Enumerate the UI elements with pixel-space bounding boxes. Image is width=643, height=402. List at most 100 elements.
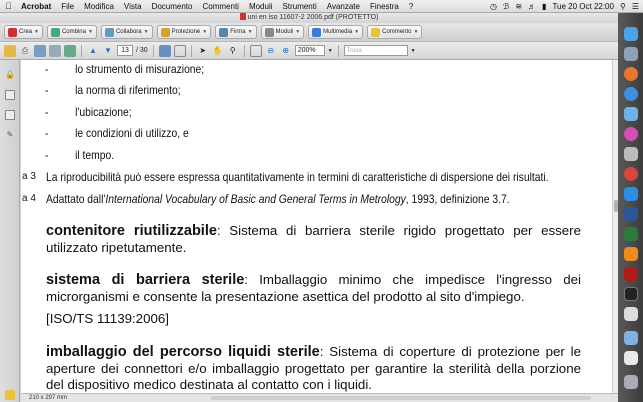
mail-icon[interactable]	[624, 107, 638, 121]
document-page: - lo strumento di misurazione; - la norma …	[21, 60, 612, 393]
menu-commenti[interactable]: Commenti	[197, 2, 243, 11]
page-down-icon[interactable]: ▼	[102, 45, 114, 57]
menu-documento[interactable]: Documento	[147, 2, 198, 11]
trash-icon[interactable]	[624, 375, 638, 389]
navigation-panel: 🔒 ✎	[0, 60, 20, 402]
term: sistema di barriera sterile	[46, 272, 245, 288]
chevron-down-icon: ▼	[87, 29, 93, 35]
chevron-down-icon: ▼	[295, 29, 301, 35]
lock-icon	[160, 27, 170, 37]
firma-button[interactable]: Firma ▼	[215, 25, 257, 39]
pages-icon[interactable]	[5, 90, 15, 100]
zoom-out-icon[interactable]: ⊖	[265, 45, 277, 57]
multimedia-button[interactable]: Multimedia ▼	[308, 25, 364, 39]
chevron-down-icon[interactable]: ▼	[411, 48, 416, 54]
sign-pen-icon	[219, 27, 229, 37]
safari-icon[interactable]	[624, 87, 638, 101]
signatures-icon[interactable]: ✎	[5, 130, 15, 140]
chevron-down-icon[interactable]: ▼	[328, 48, 333, 54]
downloads-folder-icon[interactable]	[624, 331, 638, 345]
note-3: La riproducibilità può essere espressa q…	[46, 170, 549, 184]
save-icon[interactable]	[34, 44, 46, 57]
menu-bar:  Acrobat File Modifica Vista Documento …	[0, 0, 643, 13]
two-page-icon[interactable]	[249, 44, 262, 57]
bookmarks-icon[interactable]	[5, 110, 15, 120]
terminal-icon[interactable]	[624, 287, 638, 301]
itunes-icon[interactable]	[624, 127, 638, 141]
acrobat-icon[interactable]	[624, 267, 638, 281]
window-title: uni en iso 11607-2 2006.pdf (PROTETTO)	[247, 14, 379, 21]
search-input[interactable]: Trova	[343, 45, 408, 56]
finder-icon[interactable]	[624, 27, 638, 41]
chevron-down-icon: ▼	[354, 29, 360, 35]
term: contenitore riutilizzabile	[46, 223, 217, 239]
preview-icon[interactable]	[624, 307, 638, 321]
zoom-level-field[interactable]: 200%	[294, 45, 325, 56]
menu-moduli[interactable]: Moduli	[244, 2, 278, 11]
save-copy-icon[interactable]	[158, 44, 171, 57]
menu-modifica[interactable]: Modifica	[79, 2, 119, 11]
time-machine-icon[interactable]: ◷	[490, 2, 497, 11]
combina-button[interactable]: Combina ▼	[46, 25, 97, 39]
firefox-icon[interactable]	[624, 67, 638, 81]
documents-stack-icon[interactable]	[624, 351, 638, 365]
fit-page-icon[interactable]	[173, 44, 186, 57]
menu-finestra[interactable]: Finestra	[365, 2, 404, 11]
pdf-doc-icon	[239, 13, 246, 20]
wifi-icon[interactable]: ≋	[515, 2, 522, 11]
navigation-toolbar: ⎙ ▲ ▼ 13 / 30 ➤ ✋ ⚲ ⊖ ⊕ 200% ▼ Trova ▼	[0, 42, 618, 60]
page-number-input[interactable]: 13	[117, 45, 133, 56]
launchpad-icon[interactable]	[624, 47, 638, 61]
lock-icon[interactable]: 🔒	[5, 70, 15, 80]
bluetooth-icon[interactable]: ℬ	[503, 2, 509, 11]
menu-strumenti[interactable]: Strumenti	[278, 2, 322, 11]
word-icon[interactable]	[624, 207, 638, 221]
hand-tool-icon[interactable]: ✋	[212, 45, 224, 57]
menu-avanzate[interactable]: Avanzate	[322, 2, 365, 11]
toolbar-divider	[152, 44, 154, 57]
chrome-icon[interactable]	[624, 167, 638, 181]
multimedia-icon	[312, 27, 322, 37]
status-menus: ◷ ℬ ≋ ♬ ▮ Tue 20 Oct 22:00 ⚲ ☰	[490, 2, 643, 11]
note-4: Adattato dall'International Vocabulary o…	[46, 192, 510, 206]
menu-vista[interactable]: Vista	[119, 2, 147, 11]
zoom-tool-icon[interactable]: ⚲	[227, 45, 239, 57]
protezione-button[interactable]: Protezione ▼	[156, 25, 212, 39]
collabora-button[interactable]: Collabora ▼	[100, 25, 153, 39]
open-folder-icon[interactable]	[4, 44, 16, 57]
app-store-icon[interactable]	[624, 187, 638, 201]
collaborate-icon	[104, 27, 114, 37]
print-icon[interactable]: ⎙	[19, 45, 31, 57]
term-definition: sistema di barriera sterile: Imballaggio…	[46, 272, 581, 304]
page-size: 210 x 297 mm	[29, 395, 68, 401]
photos-icon[interactable]	[624, 147, 638, 161]
email-icon[interactable]	[49, 44, 61, 57]
share-icon[interactable]	[64, 44, 76, 57]
comment-icon	[371, 27, 381, 37]
term-definition: imballaggio del percorso liquidi sterile…	[46, 344, 581, 392]
battery-icon[interactable]: ▮	[542, 2, 546, 11]
volume-icon[interactable]: ♬	[528, 2, 536, 11]
notification-icon[interactable]: ☰	[632, 2, 639, 11]
note-label: a 3	[22, 171, 36, 182]
crea-button[interactable]: Crea ▼	[4, 25, 43, 39]
commento-button[interactable]: Commento ▼	[367, 25, 423, 39]
vlc-icon[interactable]	[624, 247, 638, 261]
menu-help[interactable]: ?	[404, 2, 418, 11]
menu-acrobat[interactable]: Acrobat	[16, 2, 56, 11]
excel-icon[interactable]	[624, 227, 638, 241]
forms-icon	[264, 27, 274, 37]
spotlight-icon[interactable]: ⚲	[620, 2, 626, 11]
menu-file[interactable]: File	[56, 2, 79, 11]
horizontal-scrollbar[interactable]	[211, 396, 591, 400]
zoom-in-icon[interactable]: ⊕	[280, 45, 292, 57]
clock[interactable]: Tue 20 Oct 22:00	[552, 2, 614, 11]
apple-menu-icon[interactable]: 	[0, 1, 16, 11]
page-up-icon[interactable]: ▲	[87, 45, 99, 57]
select-cursor-icon[interactable]: ➤	[197, 45, 209, 57]
term-definition: contenitore riutilizzabile: Sistema di b…	[46, 223, 581, 255]
moduli-button[interactable]: Moduli ▼	[260, 25, 305, 39]
combine-icon	[50, 27, 60, 37]
chevron-down-icon: ▼	[202, 29, 208, 35]
comments-icon[interactable]	[5, 390, 15, 400]
